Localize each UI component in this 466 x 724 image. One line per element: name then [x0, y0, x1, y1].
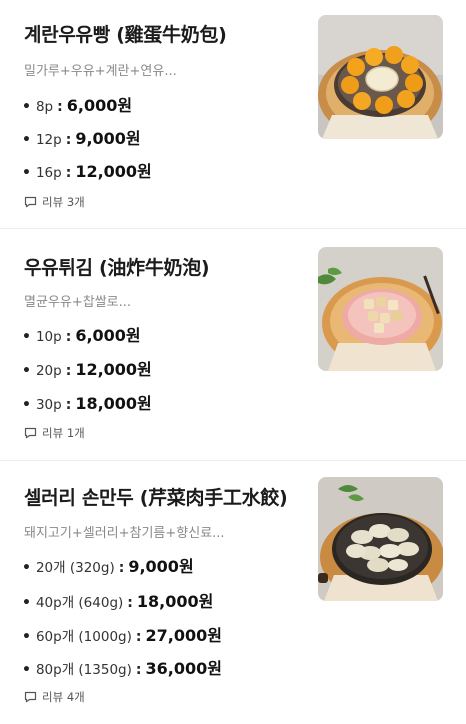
option-label: 8p: [35, 99, 54, 115]
menu-item-description: 돼지고기+셀러리+참기름+향신료...: [24, 526, 225, 541]
price-option: • 30p:18,000원: [22, 390, 152, 414]
menu-item-description: 밀가루+우유+계란+연유...: [24, 64, 177, 79]
menu-item-celery-dumpling[interactable]: 셀러리 손만두 (芹菜肉手工水餃) 돼지고기+셀러리+참기름+향신료... • 2…: [0, 461, 466, 724]
menu-item-title: 우유튀김 (油炸牛奶泡): [24, 257, 210, 279]
option-price: 36,000원: [145, 659, 222, 678]
price-option: • 80p개 (1350g):36,000원: [22, 655, 222, 679]
option-label: 10p: [35, 329, 62, 345]
price-option: • 12p:9,000원: [22, 125, 141, 149]
menu-item-fried-milk[interactable]: 우유튀김 (油炸牛奶泡) 멸균우유+찹쌀로... • 10p:6,000원 • 20…: [0, 229, 466, 459]
price-option: • 16p:12,000원: [22, 158, 152, 182]
review-link[interactable]: 리뷰 4개: [24, 689, 85, 705]
price-option: • 10p:6,000원: [22, 322, 141, 346]
price-option: • 8p:6,000원: [22, 92, 132, 116]
option-price: 12,000원: [75, 360, 152, 379]
fried-milk-photo[interactable]: [318, 247, 443, 371]
option-price: 6,000원: [75, 326, 141, 345]
option-price: 6,000원: [66, 96, 133, 115]
option-label: 60p개 (1000g): [35, 629, 132, 645]
option-price: 18,000원: [136, 592, 214, 611]
option-price: 27,000원: [145, 626, 222, 645]
egg-milk-bread-photo[interactable]: [318, 15, 443, 139]
option-price: 18,000원: [75, 394, 152, 413]
review-count: 리뷰 1개: [42, 426, 85, 440]
option-price: 12,000원: [75, 162, 152, 181]
menu-item-title: 계란우유빵 (雞蛋牛奶包): [24, 24, 227, 46]
option-label: 20개 (320g): [35, 560, 115, 576]
option-label: 40p개 (640g): [35, 595, 124, 611]
menu-item-title: 셀러리 손만두 (芹菜肉手工水餃): [24, 487, 288, 509]
option-label: 80p개 (1350g): [35, 662, 132, 678]
comment-icon: [24, 427, 37, 439]
comment-icon: [24, 196, 37, 208]
review-link[interactable]: 리뷰 3개: [24, 194, 85, 210]
price-option: • 20개 (320g):9,000원: [22, 553, 194, 577]
option-label: 20p: [35, 363, 62, 379]
price-option: • 40p개 (640g):18,000원: [22, 588, 213, 612]
option-price: 9,000원: [128, 557, 194, 576]
price-option: • 20p:12,000원: [22, 356, 152, 380]
option-label: 16p: [35, 165, 62, 181]
menu-item-egg-milk-bread[interactable]: 계란우유빵 (雞蛋牛奶包) 밀가루+우유+계란+연유... • 8p:6,000원…: [0, 0, 466, 226]
review-link[interactable]: 리뷰 1개: [24, 425, 85, 441]
review-count: 리뷰 4개: [42, 690, 85, 704]
option-label: 12p: [35, 132, 62, 148]
option-label: 30p: [35, 397, 62, 413]
celery-dumpling-photo[interactable]: [318, 477, 443, 601]
comment-icon: [24, 691, 37, 703]
review-count: 리뷰 3개: [42, 195, 85, 209]
menu-item-description: 멸균우유+찹쌀로...: [24, 295, 132, 310]
price-option: • 60p개 (1000g):27,000원: [22, 622, 222, 646]
option-price: 9,000원: [75, 129, 141, 148]
